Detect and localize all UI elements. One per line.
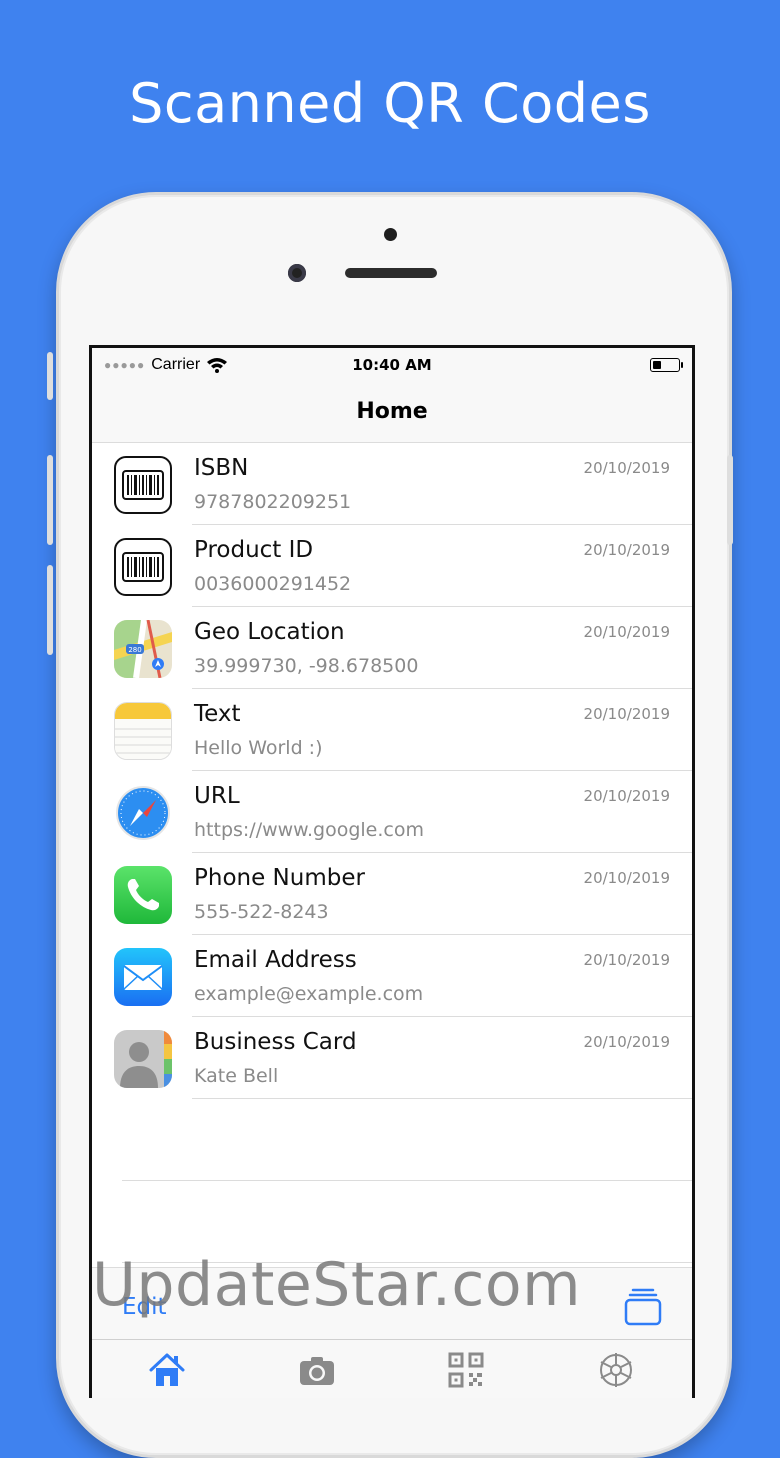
battery-icon [650,358,683,372]
item-value: 39.999730, -98.678500 [194,655,419,677]
page-title: Home [92,384,692,443]
mute-switch [47,352,53,400]
item-date: 20/10/2019 [583,787,670,805]
item-title: Phone Number [194,865,365,891]
settings-icon[interactable] [596,1350,636,1390]
item-date: 20/10/2019 [583,869,670,887]
barcode-icon [114,538,172,596]
item-title: ISBN [194,455,249,481]
headline: Scanned QR Codes [129,72,651,135]
item-value: Hello World :) [194,737,323,759]
list-item[interactable]: Email Address example@example.com 20/10/… [92,935,692,1017]
item-title: Product ID [194,537,314,563]
mail-icon [114,948,172,1006]
earpiece-speaker [345,268,437,278]
item-date: 20/10/2019 [583,705,670,723]
list-item[interactable]: Product ID 0036000291452 20/10/2019 [92,525,692,607]
item-date: 20/10/2019 [583,951,670,969]
item-date: 20/10/2019 [583,1033,670,1051]
map-badge: 280 [128,646,141,654]
list-item[interactable]: Phone Number 555-522-8243 20/10/2019 [92,853,692,935]
list-item[interactable]: Text Hello World :) 20/10/2019 [92,689,692,771]
phone-screen: ●●●●● Carrier 10:40 AM Home ISBN 9787802… [89,345,695,1398]
empty-row [92,1099,692,1181]
item-title: Business Card [194,1029,357,1055]
item-date: 20/10/2019 [583,623,670,641]
item-value: Kate Bell [194,1065,279,1087]
item-title: URL [194,783,240,809]
proximity-sensor [384,228,397,241]
volume-down-button [47,565,53,655]
contact-icon [114,1030,172,1088]
front-camera [288,264,306,282]
camera-icon[interactable] [297,1350,337,1390]
tab-bar [92,1339,692,1398]
list-item[interactable]: 280 Geo Location 39.999730, -98.678500 2… [92,607,692,689]
item-title: Email Address [194,947,357,973]
maps-icon: 280 [114,620,172,678]
power-button [727,455,733,545]
status-bar: ●●●●● Carrier 10:40 AM [92,348,692,384]
home-icon[interactable] [147,1350,187,1390]
qr-code-icon[interactable] [446,1350,486,1390]
stack-icon[interactable] [624,1288,662,1326]
notes-icon [114,702,172,760]
item-title: Text [194,701,241,727]
list-item[interactable]: Business Card Kate Bell 20/10/2019 [92,1017,692,1099]
item-date: 20/10/2019 [583,459,670,477]
barcode-icon [114,456,172,514]
item-title: Geo Location [194,619,345,645]
item-value: 0036000291452 [194,573,352,595]
item-value: 555-522-8243 [194,901,329,923]
status-time: 10:40 AM [352,356,432,374]
item-date: 20/10/2019 [583,541,670,559]
item-value: 9787802209251 [194,491,352,513]
scan-history-list: ISBN 9787802209251 20/10/2019 Product ID… [92,443,692,1263]
volume-up-button [47,455,53,545]
watermark: UpdateStar.com [92,1250,582,1320]
item-value: example@example.com [194,983,424,1005]
item-value: https://www.google.com [194,819,424,841]
safari-icon [114,784,172,842]
list-item[interactable]: ISBN 9787802209251 20/10/2019 [92,443,692,525]
list-item[interactable]: URL https://www.google.com 20/10/2019 [92,771,692,853]
phone-icon [114,866,172,924]
